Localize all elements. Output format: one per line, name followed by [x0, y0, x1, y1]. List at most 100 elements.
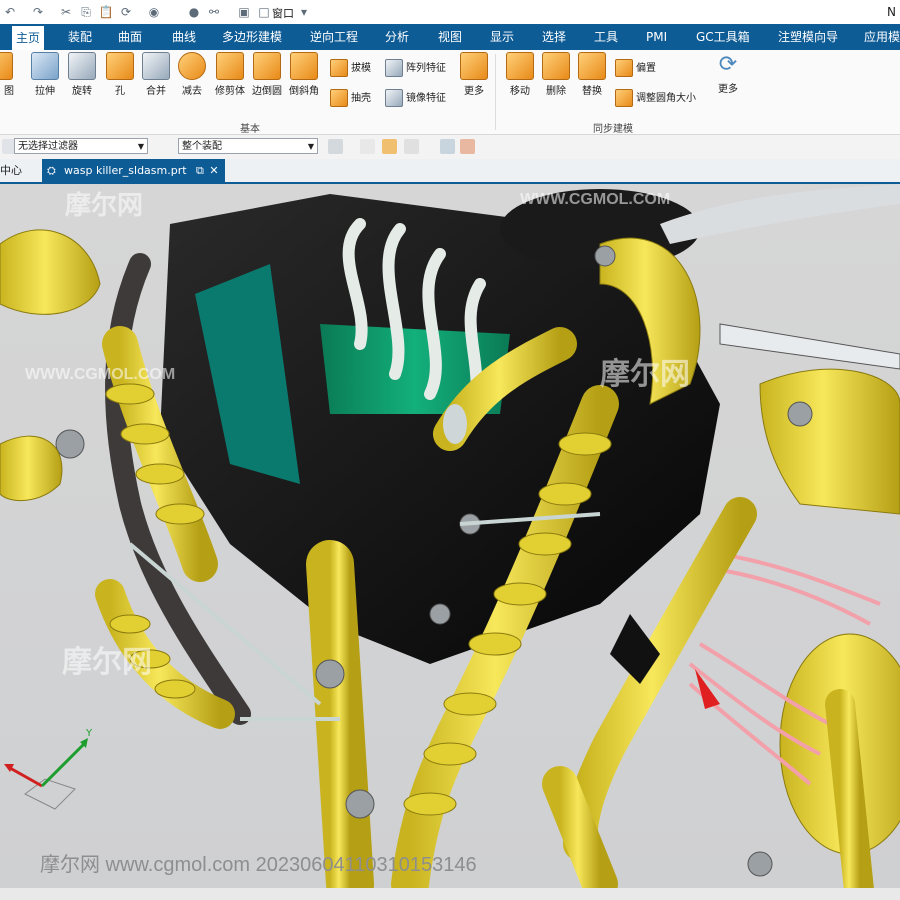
group-sync-label: 同步建模 [593, 124, 633, 135]
unite-button[interactable]: 合并 [137, 50, 175, 97]
window-menu[interactable]: 窗口 [272, 5, 294, 21]
tab-analysis[interactable]: 分析 [385, 24, 409, 50]
pattern-feature-button[interactable]: 阵列特征 [385, 58, 446, 80]
cut-icon[interactable]: ✂ [58, 4, 74, 20]
tab-resource-center[interactable]: 中心 [0, 159, 22, 182]
wing-strut [719, 323, 900, 370]
restore-tab-icon[interactable]: ⧉ [196, 164, 204, 177]
filter-icon[interactable] [328, 139, 343, 154]
tab-mold-wizard[interactable]: 注塑模向导 [778, 24, 838, 50]
title-bar: ↶ ↷ ✂ ⎘ 📋 ⟳ ◉ ● ⚯ ▣ □ 窗口 ▾ N [0, 0, 900, 25]
resize-blend-icon [615, 89, 633, 107]
type-filter-select[interactable]: 无选择过滤器 ▼ [14, 138, 148, 154]
tab-view[interactable]: 视图 [438, 24, 462, 50]
app-title-fragment: N [887, 5, 896, 19]
subtract-button[interactable]: 减去 [173, 50, 211, 97]
tab-assembly[interactable]: 装配 [68, 24, 92, 50]
offset-face-button[interactable]: 偏置 [615, 58, 656, 80]
mirror-feature-button[interactable]: 镜像特征 [385, 88, 446, 110]
ribbon: 图 拉伸 旋转 孔 合并 减去 修剪体 边倒圆 倒斜角 拔模 阵列特征 抽壳 镜 [0, 50, 900, 135]
tab-polygon-modeling[interactable]: 多边形建模 [222, 24, 282, 50]
tab-pmi[interactable]: PMI [646, 24, 667, 50]
antenna-blade [660, 184, 900, 244]
sketch-icon [0, 52, 13, 80]
extrude-button[interactable]: 拉伸 [26, 50, 64, 97]
x-axis [9, 766, 43, 788]
shell-icon [330, 89, 348, 107]
redo-icon[interactable]: ↷ [30, 4, 46, 20]
part-file-icon: ⛭ [47, 164, 56, 177]
graphics-viewport[interactable]: WWW.CGMOL.COM WWW.CGMOL.COM 摩尔网 摩尔网 摩尔网 … [0, 184, 900, 900]
y-axis [40, 742, 86, 788]
replace-face-button[interactable]: 替换 [573, 50, 611, 97]
delete-face-button[interactable]: 删除 [537, 50, 575, 97]
tab-applications[interactable]: 应用模 [864, 24, 900, 50]
subtract-icon [178, 52, 206, 80]
watermark-bottom: 摩尔网 www.cgmol.com 20230604110310153146 [40, 854, 477, 876]
group-basic-label: 基本 [240, 124, 260, 135]
yellow-left-joint [0, 435, 63, 502]
snap-point-icon[interactable] [382, 139, 397, 154]
basic-more-button[interactable]: 更多 [455, 50, 493, 97]
tab-home[interactable]: 主页 [12, 24, 45, 50]
tab-active-part[interactable]: ⛭ wasp killer_sldasm.prt ⧉ ✕ [42, 159, 225, 182]
close-icon[interactable]: ✕ [209, 164, 218, 177]
red-accent [695, 669, 720, 709]
pattern-feature-icon [385, 59, 403, 77]
shaded-icon[interactable] [460, 139, 475, 154]
extrude-icon [31, 52, 59, 80]
revolve-button[interactable]: 旋转 [63, 50, 101, 97]
copy-icon[interactable]: ⎘ [78, 4, 94, 20]
chevron-down-icon[interactable]: ▾ [296, 4, 312, 20]
touch-mode-icon[interactable]: ◉ [146, 4, 162, 20]
hole-icon [106, 52, 134, 80]
shell-button[interactable]: 抽壳 [330, 88, 371, 110]
tab-reverse-engineering[interactable]: 逆向工程 [310, 24, 358, 50]
snap-options-icon[interactable] [404, 139, 419, 154]
delete-face-icon [542, 52, 570, 80]
microphone-icon[interactable]: ● [186, 4, 202, 20]
bottom-toolbar-strip [0, 888, 900, 900]
yellow-left-housing [0, 229, 101, 315]
menu-bar: 主页 装配 曲面 曲线 多边形建模 逆向工程 分析 视图 显示 选择 工具 PM… [0, 24, 900, 50]
switch-window-icon[interactable]: ▣ [236, 4, 252, 20]
edge-blend-icon [253, 52, 281, 80]
wasp-assembly-model: WWW.CGMOL.COM WWW.CGMOL.COM 摩尔网 摩尔网 摩尔网 [0, 184, 900, 900]
window-icon[interactable]: □ [256, 4, 272, 20]
draft-button[interactable]: 拔模 [330, 58, 371, 80]
replace-face-icon [578, 52, 606, 80]
watermark-brand-right: 摩尔网 [600, 357, 690, 392]
revolve-icon [68, 52, 96, 80]
trim-body-button[interactable]: 修剪体 [211, 50, 249, 97]
select-all-icon[interactable] [360, 139, 375, 154]
tab-surface[interactable]: 曲面 [118, 24, 142, 50]
file-tabs: 中心 ⛭ wasp killer_sldasm.prt ⧉ ✕ [0, 159, 900, 184]
selection-scope-select[interactable]: 整个装配 ▼ [178, 138, 318, 154]
chevron-down-icon: ▼ [137, 142, 144, 151]
resize-blend-button[interactable]: 调整圆角大小 [615, 88, 696, 110]
y-axis-label: Y [85, 728, 93, 739]
refresh-icon: ⟳ [718, 52, 738, 77]
move-face-button[interactable]: 移动 [501, 50, 539, 97]
view-icon[interactable] [440, 139, 455, 154]
coordinate-triad: Y [4, 728, 93, 810]
link-icon[interactable]: ⚯ [206, 4, 222, 20]
more-features-icon [460, 52, 488, 80]
watermark-left: WWW.CGMOL.COM [25, 366, 175, 383]
edge-blend-button[interactable]: 边倒圆 [248, 50, 286, 97]
selection-bar: 无选择过滤器 ▼ 整个装配 ▼ [0, 135, 900, 160]
tab-gc-toolkit[interactable]: GC工具箱 [696, 24, 750, 50]
draft-icon [330, 59, 348, 77]
hole-button[interactable]: 孔 [101, 50, 139, 97]
trim-body-icon [216, 52, 244, 80]
sync-more-button[interactable]: ⟳ 更多 [709, 50, 747, 95]
paste-icon[interactable]: 📋 [98, 4, 114, 20]
repeat-command-icon[interactable]: ⟳ [118, 4, 134, 20]
tab-selection[interactable]: 选择 [542, 24, 566, 50]
chamfer-button[interactable]: 倒斜角 [285, 50, 323, 97]
tab-display[interactable]: 显示 [490, 24, 514, 50]
tab-tools[interactable]: 工具 [594, 24, 618, 50]
sketch-button[interactable]: 图 [0, 50, 18, 97]
undo-icon[interactable]: ↶ [2, 4, 18, 20]
tab-curve[interactable]: 曲线 [172, 24, 196, 50]
